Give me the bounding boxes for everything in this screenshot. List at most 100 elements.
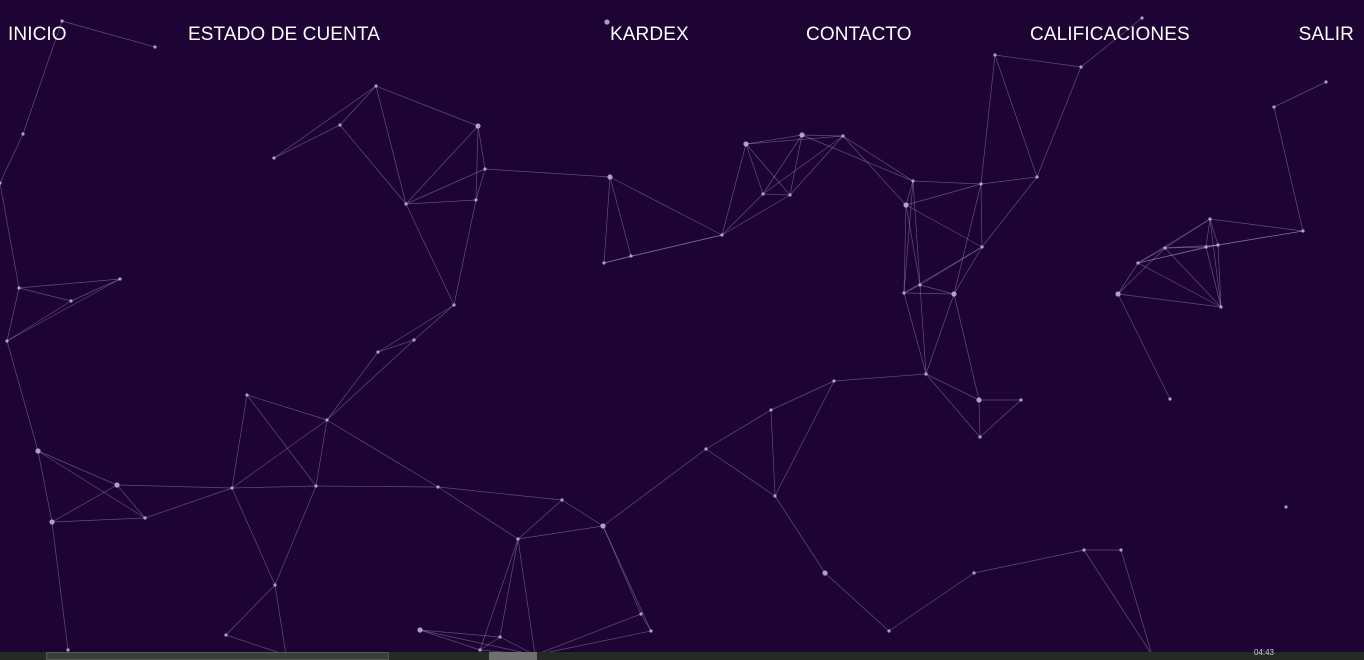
particle-link [0, 133, 24, 184]
particle-link [721, 143, 747, 236]
particle-link [377, 304, 455, 353]
particle-dot [841, 134, 845, 138]
particle-link [315, 485, 439, 488]
nav-salir[interactable]: SALIR [1299, 23, 1354, 47]
particle-dot [338, 123, 342, 127]
particle-link [1120, 549, 1153, 656]
particle-dot [903, 202, 909, 208]
particle-link [912, 180, 921, 286]
nav-kardex[interactable]: KARDEX [610, 23, 689, 47]
particle-link [925, 373, 981, 438]
particle-dot [1272, 105, 1276, 109]
particle-dot [417, 627, 423, 633]
particle-dot [69, 299, 73, 303]
particle-dot [404, 202, 408, 206]
particle-dot [972, 571, 976, 575]
nav-estado-de-cuenta[interactable]: ESTADO DE CUENTA [188, 23, 380, 47]
particle-link [903, 246, 983, 294]
particle-dot [980, 245, 984, 249]
particle-link [405, 199, 477, 205]
particle-dot [0, 181, 2, 185]
particle-dot [516, 537, 520, 541]
particle-link [1205, 230, 1304, 248]
particle-dot [902, 291, 906, 295]
particle-link [602, 525, 652, 632]
particle-dot [979, 182, 983, 186]
particle-dot [474, 198, 478, 202]
particle-link [602, 448, 707, 527]
particle-link [61, 20, 156, 48]
particle-link [475, 168, 486, 201]
particle-dot [600, 523, 606, 529]
particle-link [745, 143, 764, 195]
particle-link [762, 135, 844, 195]
particle-dot [951, 291, 957, 297]
particle-link [1117, 293, 1222, 308]
particle-link [144, 487, 233, 519]
particle-link [770, 409, 776, 497]
particle-dot [143, 516, 147, 520]
particle-link [274, 584, 287, 656]
particle-link [1117, 293, 1171, 400]
particle-link [912, 180, 982, 185]
particle-link [375, 85, 479, 127]
particle-link [484, 168, 611, 178]
particle-link [413, 304, 455, 341]
particle-link [888, 572, 975, 632]
nav-calificaciones[interactable]: CALIFICACIONES [1030, 23, 1190, 47]
particle-dot [325, 418, 329, 422]
particle-link [1137, 262, 1222, 308]
particle-dot [230, 486, 234, 490]
particle-dot [412, 338, 416, 342]
particle-link [70, 278, 121, 302]
particle-link [609, 176, 632, 257]
particle-dot [224, 633, 228, 637]
particle-link [705, 448, 776, 497]
particle-link [1209, 218, 1219, 246]
particle-dot [976, 397, 982, 403]
particle-dot [483, 167, 487, 171]
particle-dot [21, 132, 25, 136]
particle-link [994, 54, 1038, 178]
particle-link [419, 629, 501, 638]
particle-link [419, 629, 481, 651]
particle-link [6, 340, 39, 452]
particle-link [51, 484, 118, 523]
particle-link [561, 499, 604, 527]
particle-dot [118, 277, 122, 281]
particle-dot [743, 141, 749, 147]
particle-link [905, 183, 982, 206]
particle-dot [918, 283, 922, 287]
particle-link [903, 292, 927, 375]
particle-link [745, 134, 803, 145]
particle-dot [1301, 229, 1305, 233]
particle-link [1083, 549, 1153, 656]
particle-link [231, 419, 328, 489]
particle-dot [1208, 217, 1212, 221]
nav-contacto[interactable]: CONTACTO [806, 23, 912, 47]
particle-link [980, 176, 1038, 185]
particle-dot [498, 635, 502, 639]
particle-link [953, 293, 980, 401]
particle-dot [832, 379, 836, 383]
particle-dot [761, 192, 765, 196]
particle-link [405, 168, 486, 205]
particle-dot [314, 484, 318, 488]
particle-link [745, 143, 791, 196]
taskbar-window-button[interactable] [46, 652, 389, 660]
nav-inicio[interactable]: INICIO [8, 23, 67, 47]
taskbar-window-button[interactable] [489, 652, 537, 660]
particle-link [37, 450, 146, 519]
particle-link [973, 549, 1085, 574]
particle-link [903, 292, 955, 295]
particle-dot [1163, 246, 1167, 250]
particle-dot [1216, 243, 1220, 247]
particle-link [517, 538, 536, 656]
particle-link [925, 293, 955, 375]
particle-link [1209, 218, 1222, 308]
particle-dot [1115, 291, 1121, 297]
particle-link [534, 613, 642, 656]
particle-link [1036, 66, 1082, 178]
particle-link [6, 300, 72, 342]
particle-dot [1035, 175, 1039, 179]
